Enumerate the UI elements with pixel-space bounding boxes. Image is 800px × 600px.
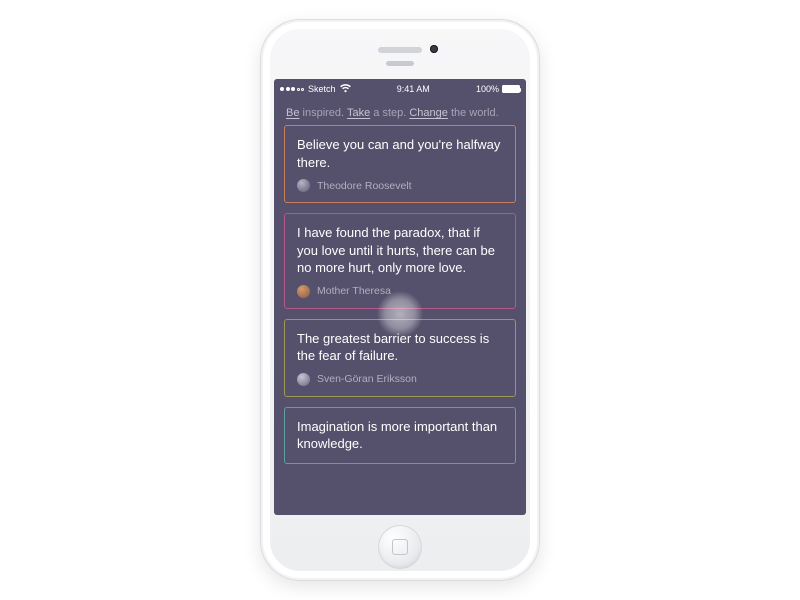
author-row: Theodore Roosevelt (297, 179, 503, 192)
wifi-icon (340, 84, 351, 95)
battery-label: 100% (476, 84, 499, 94)
status-bar: Sketch 9:41 AM 100% (274, 81, 526, 97)
quote-card[interactable]: Believe you can and you're halfway there… (284, 125, 516, 203)
status-right: 100% (476, 84, 520, 94)
status-time: 9:41 AM (397, 84, 430, 94)
author-row: Mother Theresa (297, 285, 503, 298)
avatar-icon (297, 285, 310, 298)
phone-camera (430, 45, 438, 53)
author-row: Sven-Göran Eriksson (297, 373, 503, 386)
home-button[interactable] (378, 525, 422, 569)
status-left: Sketch (280, 84, 351, 95)
battery-icon (502, 85, 520, 93)
quote-card[interactable]: I have found the paradox, that if you lo… (284, 213, 516, 309)
author-name: Sven-Göran Eriksson (317, 373, 417, 385)
quote-text: Believe you can and you're halfway there… (297, 136, 503, 171)
tagline-word-3: Change (409, 107, 448, 119)
iphone-frame: Sketch 9:41 AM 100% Be inspired. Take a … (260, 19, 540, 581)
quote-text: The greatest barrier to success is the f… (297, 330, 503, 365)
phone-sensor (386, 61, 414, 66)
quote-card[interactable]: The greatest barrier to success is the f… (284, 319, 516, 397)
avatar-icon (297, 179, 310, 192)
phone-screen[interactable]: Sketch 9:41 AM 100% Be inspired. Take a … (274, 79, 526, 515)
tagline-word-2: Take (347, 107, 370, 119)
tagline-word-1: Be (286, 107, 299, 119)
carrier-label: Sketch (308, 84, 336, 94)
author-name: Theodore Roosevelt (317, 180, 412, 192)
quote-text: I have found the paradox, that if you lo… (297, 224, 503, 277)
signal-icon (280, 87, 304, 91)
app-tagline: Be inspired. Take a step. Change the wor… (274, 97, 526, 125)
quote-card[interactable]: Imagination is more important than knowl… (284, 407, 516, 464)
avatar-icon (297, 373, 310, 386)
quote-text: Imagination is more important than knowl… (297, 418, 503, 453)
author-name: Mother Theresa (317, 285, 391, 297)
phone-speaker (378, 47, 422, 53)
quote-list[interactable]: Believe you can and you're halfway there… (274, 125, 526, 464)
